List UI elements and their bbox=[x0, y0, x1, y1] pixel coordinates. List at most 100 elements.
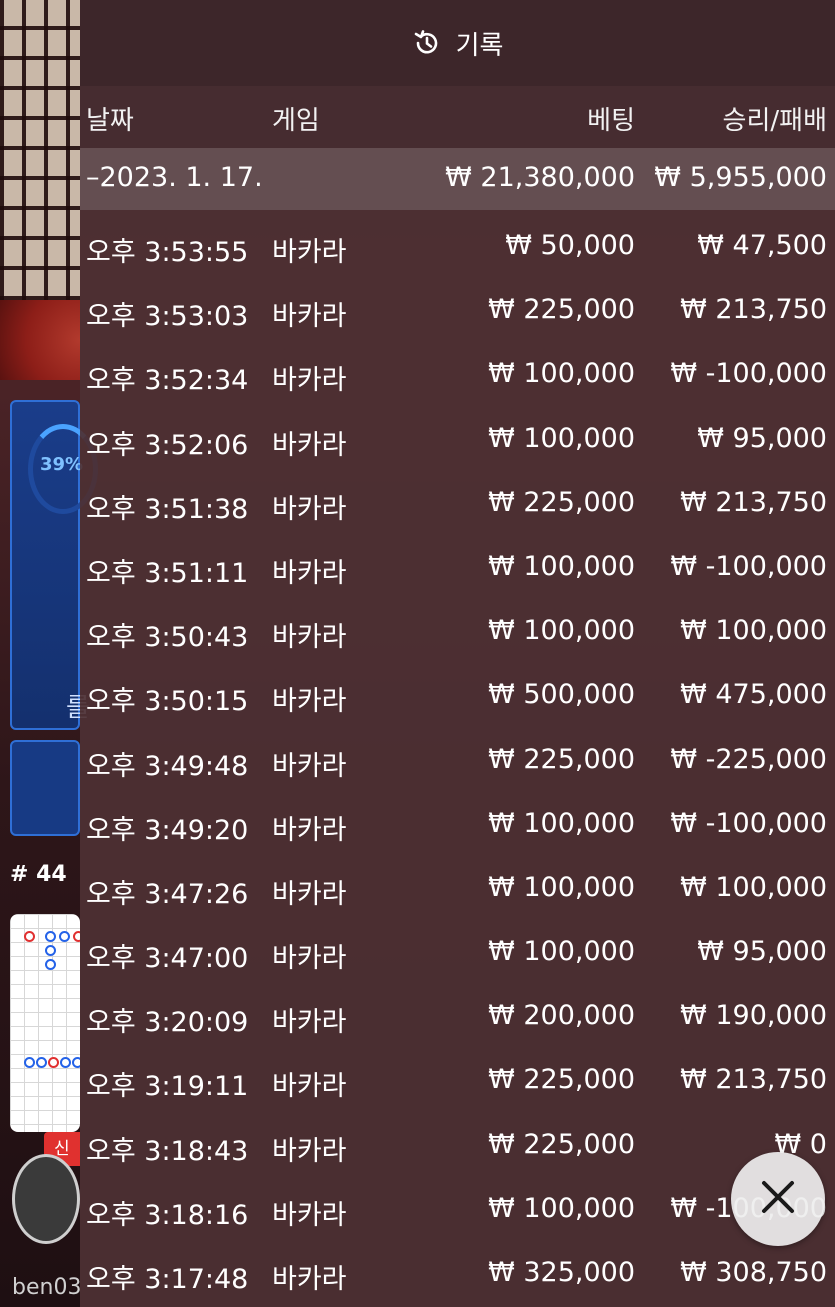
row-win-loss: ₩ 47,500 bbox=[697, 230, 827, 261]
game-table bbox=[0, 300, 80, 380]
column-win-loss: 승리/패배 bbox=[722, 106, 827, 136]
close-button[interactable] bbox=[731, 1152, 825, 1246]
history-list: 오후 3:53:55 바카라 ₩ 50,000 ₩ 47,500 오후 3:53:03 바… bbox=[80, 216, 835, 1307]
username: ben03 bbox=[12, 1275, 82, 1300]
row-win-loss: ₩ 100,000 bbox=[680, 871, 827, 903]
row-time: 오후 3:50:15 bbox=[86, 686, 249, 718]
row-game: 바카라 bbox=[272, 1071, 347, 1103]
row-time: 오후 3:51:11 bbox=[86, 557, 249, 589]
history-row: 오후 3:47:26 바카라 ₩ 100,000 ₩ 100,000 bbox=[80, 858, 835, 922]
history-row: 오후 3:53:55 바카라 ₩ 50,000 ₩ 47,500 bbox=[80, 216, 835, 280]
history-row: 오후 3:18:43 바카라 ₩ 225,000 ₩ 0 bbox=[80, 1115, 835, 1179]
history-row: 오후 3:47:00 바카라 ₩ 100,000 ₩ 95,000 bbox=[80, 922, 835, 986]
row-bet: ₩ 100,000 bbox=[488, 550, 635, 582]
row-win-loss: ₩ 213,750 bbox=[680, 294, 827, 326]
row-bet: ₩ 325,000 bbox=[488, 1257, 635, 1288]
row-bet: ₩ 50,000 bbox=[505, 230, 635, 261]
row-time: 오후 3:52:06 bbox=[86, 429, 249, 461]
row-game: 바카라 bbox=[272, 365, 347, 397]
road-dot bbox=[45, 945, 56, 956]
row-game: 바카라 bbox=[272, 1135, 347, 1167]
history-row: 오후 3:50:15 바카라 ₩ 500,000 ₩ 475,000 bbox=[80, 665, 835, 729]
row-time: 오후 3:53:03 bbox=[86, 301, 249, 333]
summary-row[interactable]: –2023. 1. 17. ₩ 21,380,000 ₩ 5,955,000 bbox=[80, 148, 835, 210]
row-game: 바카라 bbox=[272, 429, 347, 461]
summary-bet: ₩ 21,380,000 bbox=[445, 162, 635, 193]
history-row: 오후 3:52:06 바카라 ₩ 100,000 ₩ 95,000 bbox=[80, 409, 835, 473]
row-bet: ₩ 225,000 bbox=[488, 1128, 635, 1160]
row-win-loss: ₩ -225,000 bbox=[670, 743, 827, 775]
row-bet: ₩ 100,000 bbox=[488, 1192, 635, 1224]
row-time: 오후 3:17:48 bbox=[86, 1264, 249, 1295]
row-bet: ₩ 225,000 bbox=[488, 1064, 635, 1096]
close-icon bbox=[758, 1177, 798, 1221]
road-dot bbox=[59, 931, 70, 942]
row-win-loss: ₩ 100,000 bbox=[680, 615, 827, 647]
row-game: 바카라 bbox=[272, 878, 347, 910]
road-dot bbox=[36, 1057, 47, 1068]
column-header: 날짜 게임 베팅 승리/패배 bbox=[80, 86, 835, 148]
row-bet: ₩ 100,000 bbox=[488, 422, 635, 454]
panel-header: 기록 bbox=[80, 0, 835, 86]
road-dot bbox=[45, 931, 56, 942]
history-row: 오후 3:51:11 바카라 ₩ 100,000 ₩ -100,000 bbox=[80, 537, 835, 601]
row-win-loss: ₩ 308,750 bbox=[680, 1257, 827, 1288]
bead-road bbox=[10, 914, 80, 1132]
secondary-panel[interactable] bbox=[10, 740, 80, 836]
row-bet: ₩ 225,000 bbox=[488, 294, 635, 326]
row-time: 오후 3:51:38 bbox=[86, 493, 249, 525]
row-game: 바카라 bbox=[272, 1007, 347, 1039]
table-select-button[interactable] bbox=[12, 1154, 80, 1244]
row-game: 바카라 bbox=[272, 686, 347, 718]
row-bet: ₩ 200,000 bbox=[488, 1000, 635, 1032]
row-win-loss: ₩ 95,000 bbox=[697, 936, 827, 968]
row-bet: ₩ 500,000 bbox=[488, 679, 635, 711]
row-game: 바카라 bbox=[272, 1264, 347, 1295]
row-win-loss: ₩ -100,000 bbox=[670, 358, 827, 390]
summary-date: –2023. 1. 17. bbox=[86, 162, 263, 193]
history-row: 오후 3:51:38 바카라 ₩ 225,000 ₩ 213,750 bbox=[80, 473, 835, 537]
row-win-loss: ₩ 213,750 bbox=[680, 1064, 827, 1096]
row-bet: ₩ 100,000 bbox=[488, 615, 635, 647]
row-game: 바카라 bbox=[272, 301, 347, 333]
round-number: # 44 bbox=[10, 862, 67, 887]
row-win-loss: ₩ -100,000 bbox=[670, 807, 827, 839]
progress-percent: 39% bbox=[40, 454, 84, 475]
row-win-loss: ₩ 95,000 bbox=[697, 422, 827, 454]
column-date: 날짜 bbox=[86, 106, 134, 136]
history-row: 오후 3:49:20 바카라 ₩ 100,000 ₩ -100,000 bbox=[80, 794, 835, 858]
row-win-loss: ₩ 213,750 bbox=[680, 486, 827, 518]
row-time: 오후 3:18:16 bbox=[86, 1199, 249, 1231]
history-row: 오후 3:50:43 바카라 ₩ 100,000 ₩ 100,000 bbox=[80, 601, 835, 665]
row-time: 오후 3:18:43 bbox=[86, 1135, 249, 1167]
row-win-loss: ₩ 190,000 bbox=[680, 1000, 827, 1032]
road-dot bbox=[45, 959, 56, 970]
row-bet: ₩ 225,000 bbox=[488, 743, 635, 775]
history-icon bbox=[412, 28, 442, 58]
row-bet: ₩ 100,000 bbox=[488, 871, 635, 903]
row-game: 바카라 bbox=[272, 1199, 347, 1231]
history-panel: 기록 날짜 게임 베팅 승리/패배 –2023. 1. 17. ₩ 21,380… bbox=[80, 0, 835, 1307]
row-time: 오후 3:47:00 bbox=[86, 943, 249, 975]
row-game: 바카라 bbox=[272, 493, 347, 525]
road-dot bbox=[60, 1057, 71, 1068]
history-row: 오후 3:18:16바카라₩ 100,000₩ -100,000 bbox=[80, 1179, 835, 1243]
history-row: 오후 3:49:48 바카라 ₩ 225,000 ₩ -225,000 bbox=[80, 730, 835, 794]
row-game: 바카라 bbox=[272, 814, 347, 846]
betting-panel[interactable]: 39% 를 bbox=[10, 400, 98, 730]
row-game: 바카라 bbox=[272, 750, 347, 782]
road-dot bbox=[48, 1057, 59, 1068]
row-bet: ₩ 100,000 bbox=[488, 936, 635, 968]
row-bet: ₩ 100,000 bbox=[488, 807, 635, 839]
history-row: 오후 3:52:34 바카라 ₩ 100,000 ₩ -100,000 bbox=[80, 344, 835, 408]
row-time: 오후 3:53:55 bbox=[86, 237, 249, 268]
row-time: 오후 3:20:09 bbox=[86, 1007, 249, 1039]
road-dot bbox=[73, 931, 80, 942]
history-row: 오후 3:20:09 바카라 ₩ 200,000 ₩ 190,000 bbox=[80, 986, 835, 1050]
row-game: 바카라 bbox=[272, 622, 347, 654]
road-dot bbox=[24, 931, 35, 942]
column-bet: 베팅 bbox=[587, 106, 635, 136]
row-time: 오후 3:50:43 bbox=[86, 622, 249, 654]
panel-title: 기록 bbox=[455, 30, 504, 61]
row-game: 바카라 bbox=[272, 237, 347, 268]
